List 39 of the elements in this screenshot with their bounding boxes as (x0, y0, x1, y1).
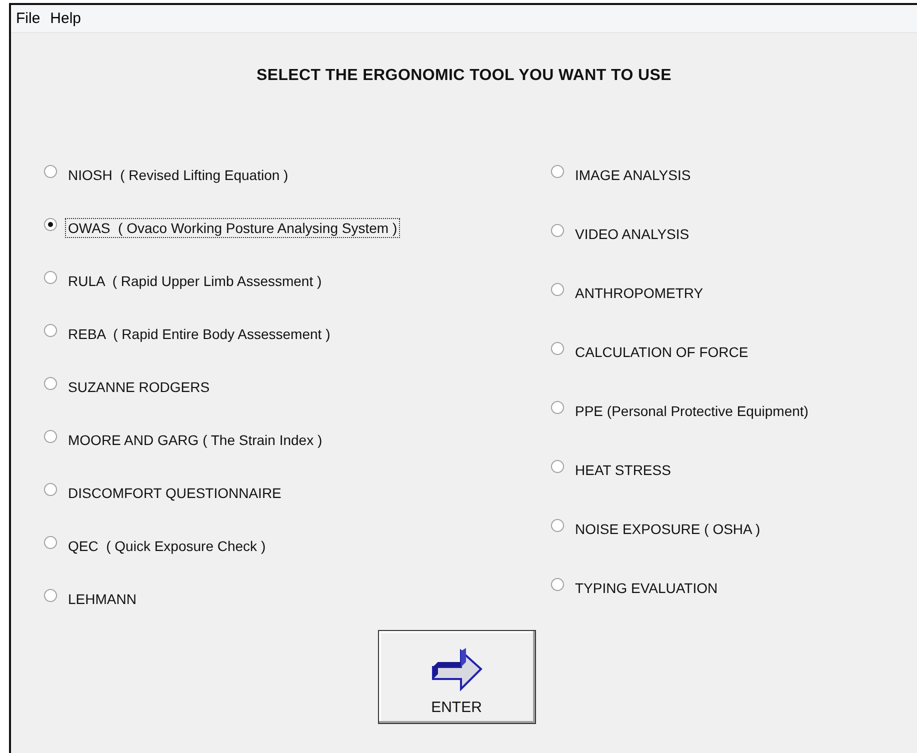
radio-button[interactable] (44, 589, 57, 602)
option-label[interactable]: VIDEO ANALYSIS (572, 224, 692, 244)
menu-item[interactable]: Help (47, 10, 88, 27)
option-label[interactable]: IMAGE ANALYSIS (572, 165, 694, 185)
radio-button[interactable] (44, 165, 57, 178)
radio-button[interactable] (551, 224, 564, 237)
arrow-right-icon (430, 646, 482, 692)
radio-button[interactable] (551, 401, 564, 414)
radio-button[interactable] (44, 218, 57, 231)
option-label[interactable]: HEAT STRESS (572, 460, 674, 480)
radio-button[interactable] (551, 283, 564, 296)
option-label[interactable]: SUZANNE RODGERS (65, 377, 213, 397)
radio-button[interactable] (44, 430, 57, 443)
option-label[interactable]: RULA ( Rapid Upper Limb Assessment ) (65, 271, 325, 291)
radio-button[interactable] (44, 377, 57, 390)
option-label[interactable]: NOISE EXPOSURE ( OSHA ) (572, 519, 764, 539)
option-label[interactable]: PPE (Personal Protective Equipment) (572, 401, 812, 421)
option-label[interactable]: NIOSH ( Revised Lifting Equation ) (65, 165, 292, 185)
radio-button[interactable] (551, 519, 564, 532)
option-label[interactable]: ANTHROPOMETRY (572, 283, 706, 303)
radio-button[interactable] (44, 324, 57, 337)
radio-button[interactable] (551, 460, 564, 473)
option-label[interactable]: OWAS ( Ovaco Working Posture Analysing System ) (65, 218, 400, 238)
option-label[interactable]: DISCOMFORT QUESTIONNAIRE (65, 483, 284, 503)
radio-button[interactable] (44, 483, 57, 496)
option-label[interactable]: LEHMANN (65, 589, 140, 609)
option-label[interactable]: TYPING EVALUATION (572, 578, 721, 598)
enter-button[interactable]: ENTER (378, 630, 536, 724)
option-label[interactable]: REBA ( Rapid Entire Body Assessement ) (65, 324, 334, 344)
radio-button[interactable] (551, 342, 564, 355)
option-label[interactable]: MOORE AND GARG ( The Strain Index ) (65, 430, 326, 450)
option-label[interactable]: CALCULATION OF FORCE (572, 342, 752, 362)
dialog-title: SELECT THE ERGONOMIC TOOL YOU WANT TO USE (255, 66, 673, 85)
radio-button[interactable] (551, 578, 564, 591)
radio-button[interactable] (551, 165, 564, 178)
option-label[interactable]: QEC ( Quick Exposure Check ) (65, 536, 269, 556)
radio-button[interactable] (44, 271, 57, 284)
radio-button[interactable] (44, 536, 57, 549)
menu-item[interactable]: File (13, 10, 48, 27)
